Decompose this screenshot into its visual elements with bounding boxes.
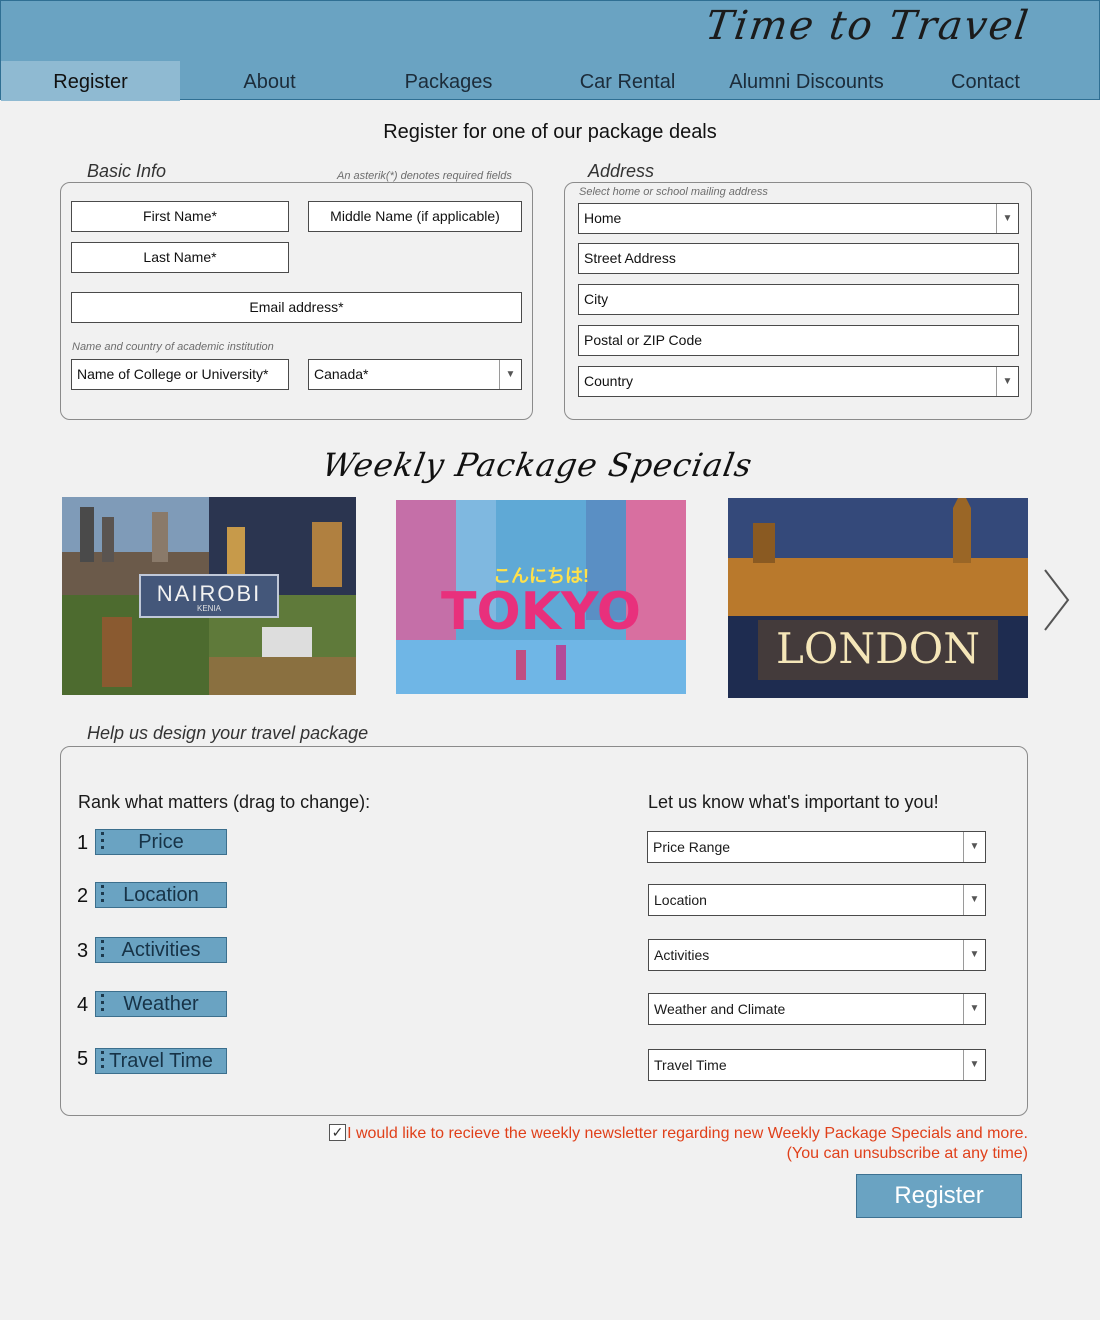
email-field[interactable]: Email address* (71, 292, 522, 323)
required-hint: An asterik(*) denotes required fields (337, 170, 512, 182)
chevron-down-icon[interactable]: ▼ (963, 1050, 985, 1080)
header: Time to Travel Register About Packages C… (0, 0, 1100, 101)
main-nav: Register About Packages Car Rental Alumn… (1, 61, 1100, 101)
design-legend: Help us design your travel package (87, 723, 369, 743)
page-title: Register for one of our package deals (383, 121, 717, 143)
nav-car-rental[interactable]: Car Rental (538, 61, 717, 101)
address-legend: Address (588, 161, 655, 181)
nairobi-sublabel: KENIA (196, 604, 221, 613)
rank-heading: Rank what matters (drag to change): (78, 792, 371, 812)
address-type-value: Home (584, 210, 622, 226)
rank-item-price[interactable]: Price (95, 829, 227, 855)
rank-item-activities[interactable]: Activities (95, 937, 227, 963)
prefs-heading: Let us know what's important to you! (648, 792, 939, 812)
brand-logo: Time to Travel (702, 3, 1033, 49)
location-select[interactable]: Location ▼ (648, 884, 986, 916)
london-label: LONDON (776, 624, 980, 673)
price-range-select[interactable]: Price Range ▼ (647, 831, 986, 863)
address-country-select[interactable]: Country ▼ (578, 366, 1019, 397)
rank-item-label: Location (123, 884, 199, 906)
address-type-select[interactable]: Home ▼ (578, 203, 1019, 234)
city-field[interactable]: City (578, 284, 1019, 315)
nav-packages[interactable]: Packages (359, 61, 538, 101)
specials-title: Weekly Package Specials (319, 446, 756, 484)
chevron-down-icon[interactable]: ▼ (499, 360, 521, 389)
tokyo-card[interactable]: こんにちは! TOKYO (396, 500, 686, 694)
rank-item-label: Price (138, 831, 184, 853)
nav-register[interactable]: Register (1, 61, 180, 101)
activities-value: Activities (654, 947, 710, 963)
institution-country-select[interactable]: Canada* ▼ (308, 359, 522, 390)
rank-item-label: Travel Time (109, 1050, 213, 1072)
newsletter-line-1: I would like to recieve the weekly newsl… (347, 1125, 1028, 1142)
rank-item-label: Activities (121, 939, 201, 961)
institution-field[interactable]: Name of College or University* (71, 359, 289, 390)
weather-value: Weather and Climate (654, 1001, 786, 1017)
nav-alumni-discounts[interactable]: Alumni Discounts (717, 61, 896, 101)
rank-number: 1 (77, 832, 89, 854)
rank-number: 4 (77, 994, 89, 1016)
rank-number: 2 (77, 885, 89, 907)
basic-info-legend: Basic Info (87, 161, 167, 181)
address-country-value: Country (584, 373, 634, 389)
chevron-down-icon[interactable]: ▼ (996, 204, 1018, 233)
address-hint: Select home or school mailing address (579, 186, 768, 198)
travel-time-value: Travel Time (654, 1057, 727, 1073)
chevron-down-icon[interactable]: ▼ (963, 832, 985, 862)
institution-country-value: Canada* (314, 366, 369, 382)
chevron-down-icon[interactable]: ▼ (963, 885, 985, 915)
chevron-right-icon[interactable] (1040, 565, 1074, 635)
street-address-field[interactable]: Street Address (578, 243, 1019, 274)
newsletter-line-2: (You can unsubscribe at any time) (786, 1145, 1028, 1162)
rank-item-weather[interactable]: Weather (95, 991, 227, 1017)
chevron-down-icon[interactable]: ▼ (996, 367, 1018, 396)
nav-about[interactable]: About (180, 61, 359, 101)
location-value: Location (654, 892, 707, 908)
rank-number: 3 (77, 940, 89, 962)
chevron-down-icon[interactable]: ▼ (963, 940, 985, 970)
rank-item-travel-time[interactable]: Travel Time (95, 1048, 227, 1074)
postal-code-field[interactable]: Postal or ZIP Code (578, 325, 1019, 356)
travel-time-select[interactable]: Travel Time ▼ (648, 1049, 986, 1081)
weather-select[interactable]: Weather and Climate ▼ (648, 993, 986, 1025)
rank-item-location[interactable]: Location (95, 882, 227, 908)
activities-select[interactable]: Activities ▼ (648, 939, 986, 971)
register-button[interactable]: Register (856, 1174, 1022, 1218)
chevron-down-icon[interactable]: ▼ (963, 994, 985, 1024)
tokyo-label: TOKYO (441, 582, 641, 642)
newsletter-checkbox[interactable]: ✓ (329, 1124, 346, 1141)
price-range-value: Price Range (653, 839, 731, 855)
nav-contact[interactable]: Contact (896, 61, 1075, 101)
rank-number: 5 (77, 1048, 89, 1070)
nairobi-card[interactable]: NAIROBI KENIA (62, 497, 356, 695)
rank-item-label: Weather (123, 993, 199, 1015)
institution-hint: Name and country of academic institution (72, 341, 274, 353)
newsletter-text: I would like to recieve the weekly newsl… (347, 1124, 1028, 1164)
last-name-field[interactable]: Last Name* (71, 242, 289, 273)
middle-name-field[interactable]: Middle Name (if applicable) (308, 201, 522, 232)
first-name-field[interactable]: First Name* (71, 201, 289, 232)
london-card[interactable]: LONDON (728, 498, 1028, 698)
